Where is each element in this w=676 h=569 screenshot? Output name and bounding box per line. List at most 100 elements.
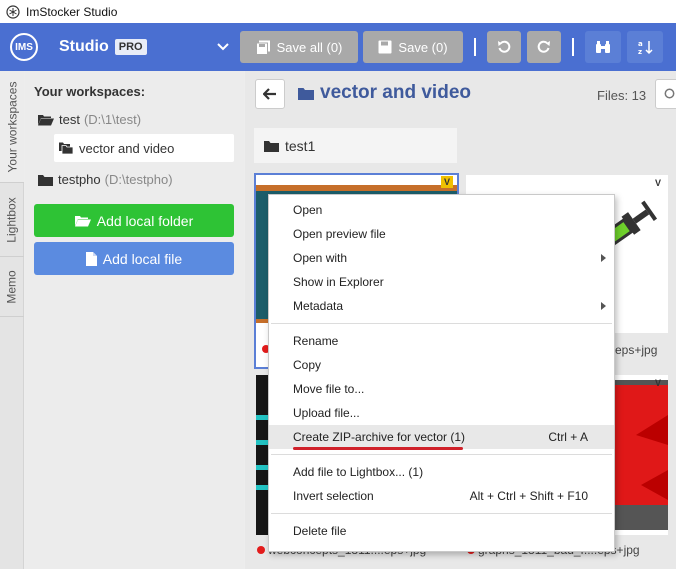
menu-item-label: Create ZIP-archive for vector (1) [293, 430, 466, 444]
workspace-name: vector and video [79, 140, 175, 156]
file-name-text: eps+jpg [615, 343, 658, 357]
save-button[interactable]: Save (0) [363, 31, 463, 63]
subfolder-tile[interactable]: test1 [254, 128, 457, 163]
vector-badge-icon: V [441, 176, 453, 188]
menu-item-show-in-explorer[interactable]: Show in Explorer [269, 270, 614, 294]
menu-item-label: Delete file [293, 524, 347, 538]
tab-label: Lightbox [5, 196, 19, 243]
pro-badge: PRO [114, 39, 147, 55]
window-title: ImStocker Studio [26, 4, 118, 19]
search-button[interactable] [655, 79, 676, 109]
folder-icon [38, 174, 53, 186]
add-local-folder-button[interactable]: Add local folder [34, 204, 234, 237]
tab-lightbox[interactable]: Lightbox [0, 183, 24, 257]
folder-icon [298, 87, 314, 100]
binoculars-icon [596, 41, 610, 53]
sidebar: Your workspaces: test (D:\1\test) vector… [25, 71, 244, 569]
subfolder-name: test1 [285, 137, 316, 154]
tab-your-workspaces[interactable]: Your workspaces [0, 71, 24, 183]
menu-item-label: Open [293, 203, 323, 217]
redo-button[interactable] [527, 31, 561, 63]
folder-icon [264, 140, 279, 152]
folder-open-icon [38, 114, 54, 125]
app-icon [6, 4, 20, 19]
menu-item-label: Open preview file [293, 227, 386, 241]
breadcrumb: vector and video [298, 82, 471, 104]
menu-item-create-zip[interactable]: Create ZIP-archive for vector (1) Ctrl + … [269, 425, 614, 449]
menu-separator [271, 513, 612, 514]
find-button[interactable] [585, 31, 621, 63]
svg-text:a: a [638, 40, 643, 48]
folder-open-icon [74, 215, 91, 226]
workspace-item-test[interactable]: test (D:\1\test) [38, 112, 141, 127]
chevron-down-icon [216, 43, 229, 51]
menu-item-delete-file[interactable]: Delete file [269, 519, 614, 543]
menu-item-label: Add file to Lightbox... (1) [293, 465, 424, 479]
menu-item-label: Open with [293, 251, 348, 265]
studio-switcher[interactable]: IMS Studio PRO [0, 23, 244, 71]
menu-item-add-to-lightbox[interactable]: Add file to Lightbox... (1) [269, 460, 614, 484]
toolbar-separator [474, 38, 476, 56]
add-local-folder-label: Add local folder [96, 212, 194, 229]
files-count: Files: 13 [597, 88, 647, 103]
undo-button[interactable] [487, 31, 521, 63]
workspace-name: testpho [58, 172, 101, 187]
menu-item-shortcut: Ctrl + A [548, 430, 588, 444]
workspace-path: (D:\1\test) [83, 112, 142, 127]
save-icon [378, 40, 392, 54]
workspace-item-vector-and-video[interactable]: vector and video [54, 134, 234, 162]
search-icon [664, 88, 674, 98]
undo-icon [498, 40, 511, 53]
save-all-icon [255, 40, 270, 55]
save-all-button[interactable]: Save all (0) [240, 31, 358, 63]
vector-badge-icon: V [654, 178, 661, 188]
menu-item-open-preview[interactable]: Open preview file [269, 222, 614, 246]
workspace-path: (D:\testpho) [104, 172, 173, 187]
tab-label: Your workspaces [5, 81, 19, 172]
menu-item-label: Show in Explorer [293, 275, 384, 289]
file-icon [85, 251, 97, 266]
menu-item-label: Rename [293, 334, 339, 348]
file-name: eps+jpg [615, 343, 657, 357]
vector-badge-icon: V [654, 378, 661, 388]
tab-label: Memo [5, 269, 19, 304]
submenu-arrow-icon [601, 254, 606, 262]
folder-copy-icon [59, 142, 74, 154]
vertical-tabs: Your workspaces Lightbox Memo [0, 71, 24, 569]
toolbar-separator [572, 38, 574, 56]
redo-icon [537, 40, 550, 53]
toolbar: Save all (0) Save (0) az [240, 23, 663, 71]
workspace-item-testpho[interactable]: testpho (D:\testpho) [38, 172, 173, 187]
menu-item-shortcut: Alt + Ctrl + Shift + F10 [469, 489, 588, 503]
back-button[interactable] [255, 79, 285, 109]
submenu-arrow-icon [601, 302, 606, 310]
svg-text:z: z [638, 48, 642, 55]
context-menu: Open Open preview file Open with Show in… [268, 194, 615, 552]
add-local-file-button[interactable]: Add local file [34, 242, 234, 275]
ims-logo: IMS [10, 33, 38, 61]
menu-item-upload-file[interactable]: Upload file... [269, 401, 614, 425]
add-local-file-label: Add local file [102, 250, 183, 267]
arrow-left-icon [263, 88, 276, 100]
menu-item-label: Move file to... [293, 382, 365, 396]
workspace-name: test [59, 112, 80, 127]
menu-item-copy[interactable]: Copy [269, 353, 614, 377]
menu-item-open-with[interactable]: Open with [269, 246, 614, 270]
menu-item-invert-selection[interactable]: Invert selection Alt + Ctrl + Shift + F10 [269, 484, 614, 508]
annotation-underline [293, 447, 463, 450]
menu-item-open[interactable]: Open [269, 198, 614, 222]
menu-item-label: Invert selection [293, 489, 374, 503]
tab-memo[interactable]: Memo [0, 257, 24, 317]
app-header: IMS Studio PRO Save all (0) Save (0) az [0, 23, 676, 71]
sort-az-icon: az [638, 40, 653, 55]
save-all-label: Save all (0) [276, 39, 343, 55]
menu-item-label: Metadata [293, 299, 344, 313]
modified-dot [257, 546, 265, 554]
menu-separator [271, 323, 612, 324]
product-name: Studio [59, 38, 109, 55]
sort-button[interactable]: az [627, 31, 663, 63]
menu-item-rename[interactable]: Rename [269, 329, 614, 353]
menu-item-label: Copy [293, 358, 322, 372]
menu-item-move-file[interactable]: Move file to... [269, 377, 614, 401]
menu-item-metadata[interactable]: Metadata [269, 294, 614, 318]
